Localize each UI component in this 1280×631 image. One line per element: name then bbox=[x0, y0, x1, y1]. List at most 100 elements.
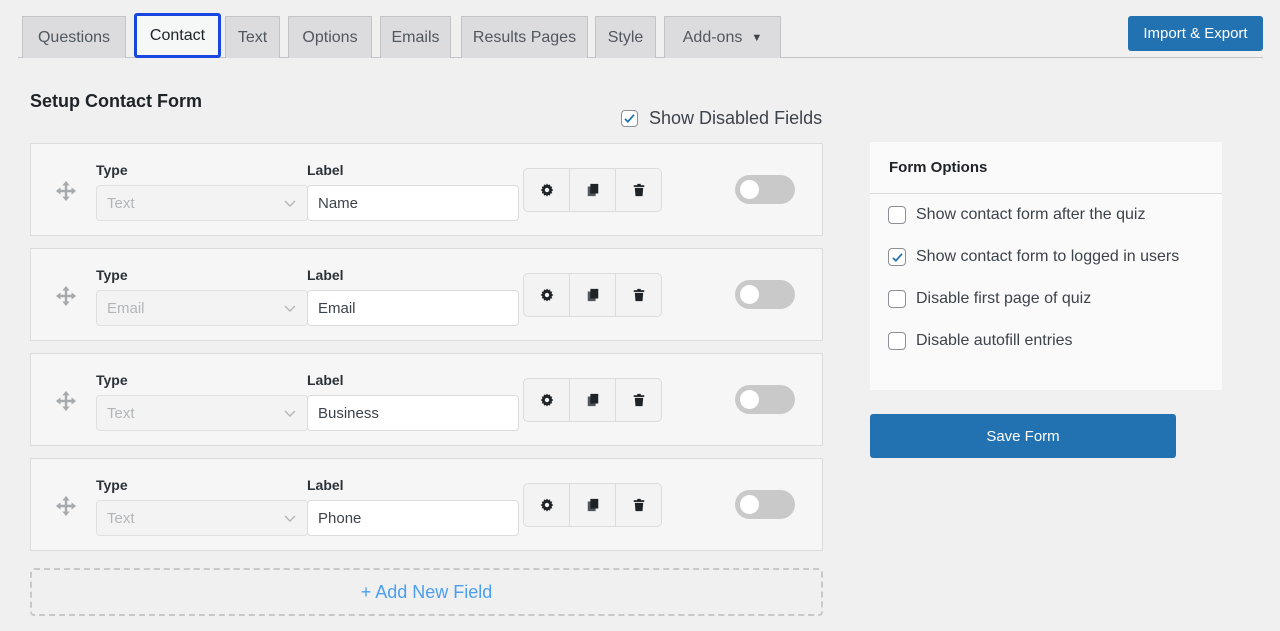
delete-button[interactable] bbox=[616, 169, 661, 211]
copy-icon bbox=[587, 498, 598, 512]
settings-button[interactable] bbox=[524, 484, 570, 526]
label-input[interactable] bbox=[307, 290, 519, 326]
duplicate-button[interactable] bbox=[570, 484, 616, 526]
drag-handle-icon[interactable] bbox=[55, 285, 77, 307]
duplicate-button[interactable] bbox=[570, 379, 616, 421]
tab-bar: Questions Contact Text Options Emails Re… bbox=[18, 0, 1263, 58]
gear-icon bbox=[540, 393, 553, 407]
delete-button[interactable] bbox=[616, 484, 661, 526]
form-option-checkbox[interactable]: Disable autofill entries bbox=[888, 332, 1073, 350]
label-label: Label bbox=[307, 372, 344, 388]
tab-label: Options bbox=[302, 28, 358, 46]
tab-label: Emails bbox=[391, 28, 440, 46]
settings-button[interactable] bbox=[524, 379, 570, 421]
trash-icon bbox=[633, 498, 644, 512]
checkbox[interactable] bbox=[888, 290, 906, 308]
type-select-value: Text bbox=[107, 194, 135, 212]
type-select-value: Text bbox=[107, 509, 135, 527]
toggle-knob bbox=[740, 180, 759, 199]
delete-button[interactable] bbox=[616, 379, 661, 421]
trash-icon bbox=[633, 288, 644, 302]
form-option-checkbox[interactable]: Show contact form after the quiz bbox=[888, 206, 1145, 224]
gear-icon bbox=[540, 288, 553, 302]
chevron-down-icon bbox=[284, 515, 296, 522]
label-input[interactable] bbox=[307, 395, 519, 431]
type-select[interactable]: Text bbox=[96, 185, 308, 221]
delete-button[interactable] bbox=[616, 274, 661, 316]
type-select[interactable]: Email bbox=[96, 290, 308, 326]
toggle-knob bbox=[740, 390, 759, 409]
tab-questions[interactable]: Questions bbox=[22, 16, 126, 58]
chevron-down-icon bbox=[284, 200, 296, 207]
tab-text[interactable]: Text bbox=[225, 16, 280, 58]
contact-field-row: Type Label Email bbox=[30, 248, 823, 341]
copy-icon bbox=[587, 288, 598, 302]
trash-icon bbox=[633, 183, 644, 197]
copy-icon bbox=[587, 393, 598, 407]
chevron-down-icon bbox=[284, 410, 296, 417]
settings-button[interactable] bbox=[524, 169, 570, 211]
checkbox[interactable] bbox=[621, 110, 638, 127]
checkbox[interactable] bbox=[888, 248, 906, 266]
form-options-title: Form Options bbox=[870, 142, 1222, 194]
tab-add-ons[interactable]: Add-ons ▼ bbox=[664, 16, 781, 58]
checkmark-icon bbox=[624, 114, 635, 124]
label-input[interactable] bbox=[307, 185, 519, 221]
caret-down-icon: ▼ bbox=[751, 31, 763, 44]
tab-results-pages[interactable]: Results Pages bbox=[461, 16, 588, 58]
save-form-button[interactable]: Save Form bbox=[870, 414, 1176, 458]
duplicate-button[interactable] bbox=[570, 169, 616, 211]
gear-icon bbox=[540, 183, 553, 197]
form-option-checkbox[interactable]: Show contact form to logged in users bbox=[888, 248, 1179, 266]
drag-handle-icon[interactable] bbox=[55, 390, 77, 412]
form-option-label: Disable first page of quiz bbox=[916, 290, 1092, 307]
show-disabled-fields-checkbox[interactable]: Show Disabled Fields bbox=[621, 108, 822, 129]
show-disabled-label: Show Disabled Fields bbox=[649, 108, 823, 128]
toggle-knob bbox=[740, 285, 759, 304]
gear-icon bbox=[540, 498, 553, 512]
label-label: Label bbox=[307, 477, 344, 493]
chevron-down-icon bbox=[284, 305, 296, 312]
tab-label: Contact bbox=[149, 26, 206, 44]
label-label: Label bbox=[307, 162, 344, 178]
duplicate-button[interactable] bbox=[570, 274, 616, 316]
label-label: Label bbox=[307, 267, 344, 283]
tab-emails[interactable]: Emails bbox=[380, 16, 451, 58]
toggle-knob bbox=[740, 495, 759, 514]
form-option-label: Show contact form after the quiz bbox=[916, 206, 1146, 223]
field-actions bbox=[523, 168, 662, 212]
tab-label: Style bbox=[607, 28, 644, 46]
contact-field-row: Type Label Text bbox=[30, 353, 823, 446]
form-option-label: Disable autofill entries bbox=[916, 332, 1073, 349]
field-enable-toggle[interactable] bbox=[735, 175, 795, 204]
type-select-value: Email bbox=[107, 299, 145, 317]
copy-icon bbox=[587, 183, 598, 197]
field-enable-toggle[interactable] bbox=[735, 280, 795, 309]
tab-contact[interactable]: Contact bbox=[134, 13, 221, 58]
contact-field-row: Type Label Text bbox=[30, 143, 823, 236]
drag-handle-icon[interactable] bbox=[55, 180, 77, 202]
checkbox[interactable] bbox=[888, 206, 906, 224]
add-new-field-button[interactable]: + Add New Field bbox=[30, 568, 823, 616]
tab-style[interactable]: Style bbox=[595, 16, 656, 58]
checkbox[interactable] bbox=[888, 332, 906, 350]
contact-field-row: Type Label Text bbox=[30, 458, 823, 551]
tab-label: Add-ons bbox=[682, 28, 743, 46]
type-select[interactable]: Text bbox=[96, 500, 308, 536]
section-title: Setup Contact Form bbox=[30, 91, 203, 111]
import-export-button[interactable]: Import & Export bbox=[1128, 16, 1263, 51]
drag-handle-icon[interactable] bbox=[55, 495, 77, 517]
field-enable-toggle[interactable] bbox=[735, 385, 795, 414]
type-select[interactable]: Text bbox=[96, 395, 308, 431]
field-actions bbox=[523, 483, 662, 527]
settings-button[interactable] bbox=[524, 274, 570, 316]
type-label: Type bbox=[96, 477, 128, 493]
label-input[interactable] bbox=[307, 500, 519, 536]
tab-options[interactable]: Options bbox=[288, 16, 372, 58]
type-select-value: Text bbox=[107, 404, 135, 422]
trash-icon bbox=[633, 393, 644, 407]
form-option-checkbox[interactable]: Disable first page of quiz bbox=[888, 290, 1091, 308]
type-label: Type bbox=[96, 162, 128, 178]
field-enable-toggle[interactable] bbox=[735, 490, 795, 519]
form-options-panel: Form Options Show contact form after the… bbox=[870, 142, 1222, 390]
